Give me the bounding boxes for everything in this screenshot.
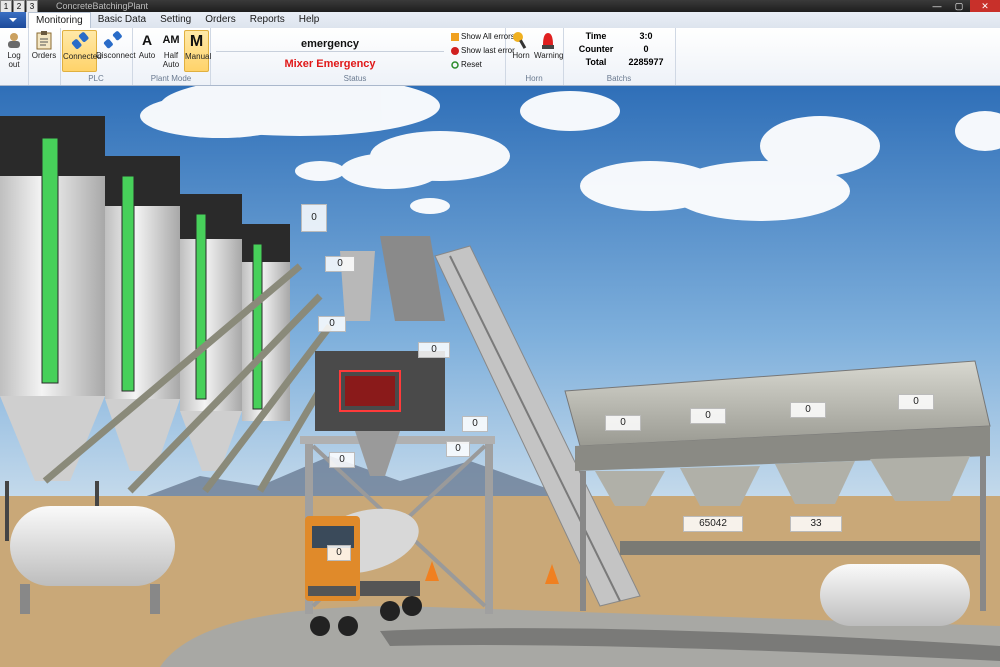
batch-total-label: Total [585, 57, 607, 67]
weigh-hopper-top-value: 0 [301, 204, 327, 232]
reset-label: Reset [461, 60, 482, 69]
error-actions-group: Show All errors Show last error Reset St… [344, 28, 515, 85]
close-button[interactable]: ✕ [970, 0, 1000, 12]
small-hopper-value: 0 [318, 316, 346, 332]
half-auto-label-1: Half [163, 51, 179, 60]
ribbon: Log out Orders Connected Disconnect PLC [0, 28, 1000, 86]
batch-counter-row: Counter 0 [571, 44, 671, 54]
plant-mode-group: A Auto AM Half Auto M Manual Plant Mode [132, 28, 211, 85]
bin-4-value: 0 [898, 394, 934, 410]
connected-button[interactable]: Connected [62, 30, 102, 72]
orders-group: Orders [28, 28, 61, 85]
warning-label: Warning [534, 51, 564, 60]
minimize-button[interactable]: — [926, 0, 948, 12]
plant-scene: 0 0 0 0 0 0 0 0 0 65042 33 0 0 0 [0, 86, 1000, 667]
manual-mode-icon: M [189, 32, 204, 50]
quick-access-toolbar: 1 2 3 [0, 0, 39, 13]
reset-button[interactable]: Reset [451, 60, 482, 69]
plant-illustration [0, 86, 1000, 667]
aggregate-hopper-value: 0 [462, 416, 488, 432]
batch-counter-value: 0 [643, 44, 649, 54]
maximize-button[interactable]: ▢ [948, 0, 970, 12]
horn-group-label: Horn [525, 74, 543, 83]
tab-basic-data[interactable]: Basic Data [91, 12, 153, 28]
error-icon [451, 46, 459, 55]
auto-mode-button[interactable]: A Auto [136, 30, 158, 61]
status-group-label: Status [343, 74, 367, 83]
manual-mode-button[interactable]: M Manual [184, 30, 212, 72]
belt-scale-b-value: 33 [790, 516, 842, 532]
mixer-low-value: 0 [446, 441, 470, 457]
status-divider [216, 51, 444, 52]
mixer-side-value: 0 [418, 342, 450, 358]
batchs-group: Time 3:0 Counter 0 Total 2285977 Batchs [563, 28, 676, 85]
plc-group: Connected Disconnect PLC [60, 28, 136, 85]
batchs-group-label: Batchs [606, 74, 632, 83]
truck-value: 0 [327, 545, 351, 561]
batch-time-row: Time 3:0 [571, 31, 671, 41]
orders-label: Orders [31, 51, 57, 60]
right-tank [820, 564, 970, 626]
tab-setting[interactable]: Setting [153, 12, 198, 28]
half-auto-mode-button[interactable]: AM Half Auto [159, 30, 183, 69]
application-menu-button[interactable] [0, 12, 26, 28]
logout-label-2: out [8, 60, 20, 69]
menu-bar: Monitoring Basic Data Setting Orders Rep… [0, 12, 1000, 29]
errors-list-icon [451, 32, 459, 41]
warning-light-icon [538, 30, 558, 50]
title-bar: 1 2 3 ConcreteBatchingPlant — ▢ ✕ [0, 0, 1000, 13]
status-message: Mixer Emergency [284, 58, 376, 70]
batch-time-value: 3:0 [639, 31, 653, 41]
warning-button[interactable]: Warning [534, 30, 564, 60]
batch-time-label: Time [585, 31, 607, 41]
horn-button[interactable]: Horn [509, 30, 533, 60]
horn-label: Horn [512, 51, 530, 60]
auto-mode-icon: A [141, 31, 153, 48]
batch-total-row: Total 2285977 [571, 57, 671, 67]
logout-icon [4, 30, 24, 50]
logout-button[interactable]: Log out [2, 30, 26, 69]
status-title: emergency [300, 38, 360, 50]
manual-mode-label: Manual [185, 52, 212, 61]
bin-3-value: 0 [790, 402, 826, 418]
bin-1-value: 0 [605, 415, 641, 431]
conveyor-value: 0 [329, 452, 355, 468]
logout-group: Log out [0, 28, 29, 85]
plug-connected-icon [70, 31, 90, 51]
plug-disconnect-icon [103, 30, 123, 50]
half-auto-mode-icon: AM [162, 33, 180, 46]
belt-scale-a-value: 65042 [683, 516, 743, 532]
auto-mode-label: Auto [138, 51, 156, 60]
horn-icon [511, 30, 531, 50]
disconnect-label: Disconnect [96, 51, 136, 60]
tab-orders[interactable]: Orders [198, 12, 243, 28]
tab-monitoring[interactable]: Monitoring [28, 12, 91, 29]
bin-2-value: 0 [690, 408, 726, 424]
half-auto-label-2: Auto [162, 60, 180, 69]
logout-label-1: Log [7, 51, 21, 60]
batch-counter-label: Counter [578, 44, 614, 54]
disconnect-button[interactable]: Disconnect [96, 30, 136, 60]
window-title: ConcreteBatchingPlant [56, 1, 149, 11]
weigh-hopper-mid-value: 0 [325, 256, 355, 272]
tab-reports[interactable]: Reports [243, 12, 292, 28]
tab-help[interactable]: Help [292, 12, 327, 28]
plant-mode-group-label: Plant Mode [150, 74, 192, 83]
batch-total-value: 2285977 [628, 57, 664, 67]
reset-icon [451, 60, 459, 69]
clipboard-icon [34, 30, 54, 50]
plc-group-label: PLC [88, 74, 104, 83]
orders-button[interactable]: Orders [31, 30, 57, 60]
horn-group: Horn Warning Horn [505, 28, 564, 85]
connected-label: Connected [63, 52, 102, 61]
